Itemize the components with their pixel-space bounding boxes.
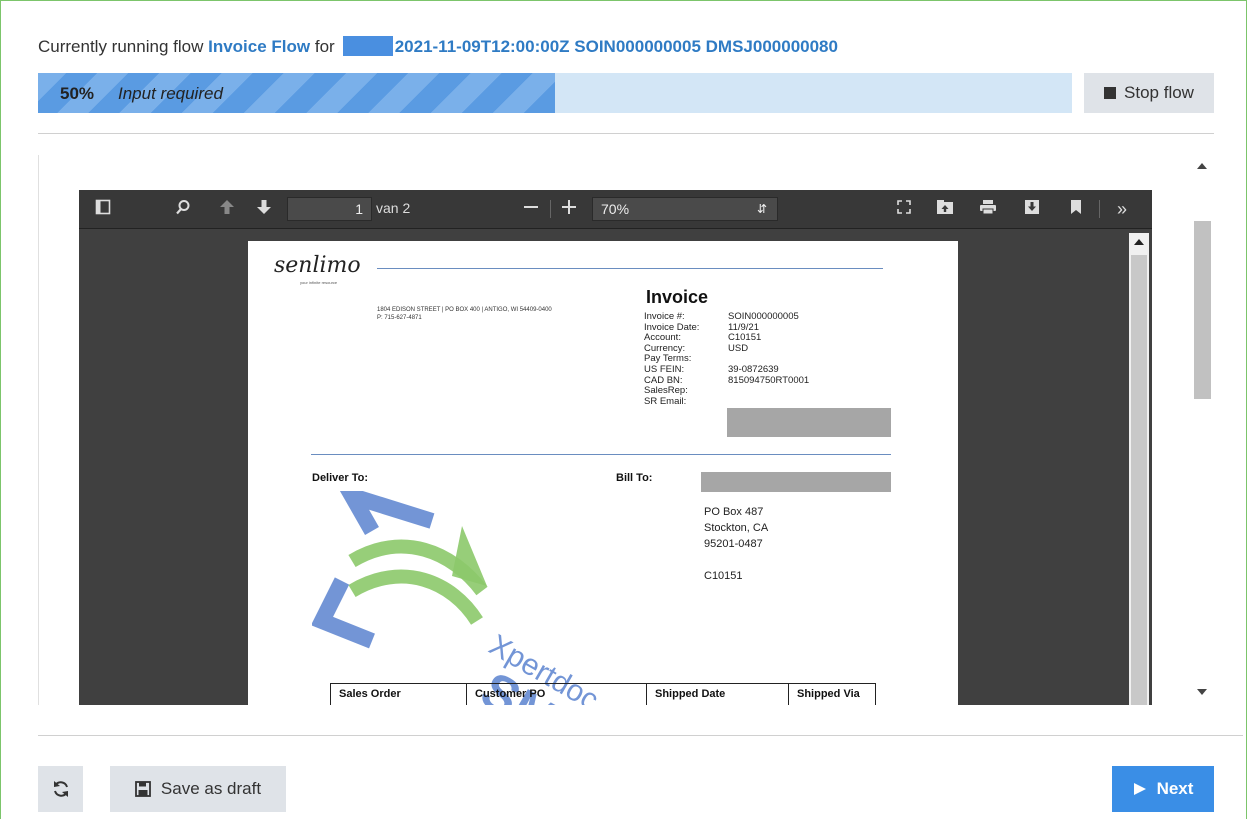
bill-to-address: PO Box 487 Stockton, CA 95201-0487 C1015… [704, 504, 768, 584]
invoice-title: Invoice [646, 287, 709, 307]
address-line: C10151 [704, 570, 743, 582]
search-icon[interactable] [175, 199, 191, 219]
stop-flow-label: Stop flow [1124, 83, 1194, 102]
table-header-cell: Customer PO [467, 684, 647, 705]
field-key: Invoice #: [644, 311, 685, 322]
footer-divider [38, 735, 1243, 736]
field-value: USD [728, 342, 749, 354]
zoom-select[interactable]: 70% ⇵ [592, 197, 778, 221]
scrollbar-thumb[interactable] [1131, 255, 1147, 705]
flow-progress-bar: 50% Input required [38, 73, 1072, 113]
scroll-up-arrow-icon[interactable] [1197, 163, 1207, 169]
bill-to-label: Bill To: [616, 472, 653, 484]
pdf-page: senlimo your infinite resource 1804 EDIS… [248, 241, 958, 705]
next-page-icon[interactable] [256, 199, 272, 219]
record-id-link[interactable]: 2021-11-09T12:00:00Z SOIN000000005 DMSJ0… [395, 37, 838, 56]
address-line: 95201-0487 [704, 538, 763, 550]
phone-line: P: 715-627-4871 [377, 315, 422, 321]
header-divider [38, 133, 1214, 134]
field-row: US FEIN: 39-0872639 [644, 363, 809, 376]
stop-icon [1104, 87, 1117, 99]
pdf-viewer: 1 van 2 70% ⇵ » senlimo your infinite re… [79, 190, 1152, 705]
field-row: SR Email: [644, 395, 809, 408]
play-arrow-icon [1133, 783, 1146, 795]
stop-flow-button[interactable]: Stop flow [1084, 73, 1214, 113]
presentation-mode-icon[interactable] [896, 199, 912, 219]
xpertdoc-watermark: Xpertdoc SMA [312, 491, 604, 705]
deliver-to-label: Deliver To: [312, 472, 369, 484]
company-tagline: your infinite resource [300, 280, 338, 285]
field-key: US FEIN: [644, 363, 685, 375]
progress-percent: 50% [60, 84, 95, 103]
redacted-block [342, 36, 393, 56]
address-line: 1804 EDISON STREET | PO BOX 400 | ANTIGO… [377, 307, 552, 313]
page-number-input[interactable]: 1 [287, 197, 372, 221]
company-logo: senlimo [274, 253, 361, 278]
progress-status: Input required [118, 84, 223, 103]
open-file-icon[interactable] [936, 199, 954, 219]
scrollbar-thumb[interactable] [1194, 221, 1211, 399]
table-header-cell: Sales Order [331, 684, 467, 705]
progress-fill [38, 73, 555, 113]
toolbar-separator [550, 200, 551, 218]
tools-menu-icon[interactable]: » [1117, 199, 1127, 219]
flow-for-label: for [314, 37, 335, 56]
next-label: Next [1156, 779, 1194, 798]
address-line [704, 552, 768, 568]
zoom-out-icon[interactable] [523, 199, 539, 219]
save-as-draft-button[interactable]: Save as draft [110, 766, 286, 812]
table-header-cell: Shipped Via [789, 684, 876, 705]
previous-page-icon[interactable] [219, 199, 235, 219]
save-as-draft-label: Save as draft [160, 779, 262, 798]
order-table-header: Sales Order Customer PO Shipped Date Shi… [330, 683, 876, 705]
zoom-value: 70% [601, 201, 630, 217]
invoice-fields: Invoice #: SOIN000000005 Invoice Date: 11/… [644, 311, 810, 408]
field-row: Invoice #: SOIN000000005 [644, 311, 809, 323]
header-rule [377, 268, 883, 269]
redacted-block [727, 408, 891, 437]
page-count-label: van 2 [376, 200, 411, 216]
address-line: Stockton, CA [704, 522, 769, 534]
section-rule [311, 454, 891, 455]
viewer-scrollbar[interactable] [1129, 233, 1149, 705]
redacted-block [701, 472, 891, 492]
field-key: SR Email: [644, 395, 687, 407]
zoom-in-icon[interactable] [561, 199, 577, 219]
pdf-toolbar: 1 van 2 70% ⇵ » [79, 190, 1152, 228]
print-icon[interactable] [979, 199, 997, 219]
bookmark-icon[interactable] [1069, 199, 1083, 219]
refresh-icon [53, 781, 68, 797]
table-header-cell: Shipped Date [647, 684, 789, 705]
outer-scrollbar[interactable] [1192, 155, 1212, 705]
save-icon [135, 781, 151, 797]
toolbar-separator [1099, 200, 1100, 218]
scroll-up-arrow-icon[interactable] [1134, 239, 1144, 245]
flow-name-link[interactable]: Invoice Flow [208, 37, 310, 56]
select-arrow-icon: ⇵ [756, 202, 767, 216]
scroll-down-arrow-icon[interactable] [1197, 689, 1207, 695]
flow-status-line: Currently running flow Invoice Flow for 2… [38, 36, 838, 57]
field-value: 39-0872639 [728, 363, 779, 375]
next-button[interactable]: Next [1112, 766, 1214, 812]
address-line: PO Box 487 [704, 506, 764, 518]
sidebar-toggle-icon[interactable] [95, 199, 111, 219]
refresh-button[interactable] [38, 766, 83, 812]
download-icon[interactable] [1024, 199, 1040, 219]
company-address: 1804 EDISON STREET | PO BOX 400 | ANTIGO… [377, 306, 552, 322]
field-value: SOIN000000005 [728, 311, 799, 322]
field-value: 815094750RT0001 [728, 374, 810, 386]
flow-prefix: Currently running flow [38, 37, 204, 56]
